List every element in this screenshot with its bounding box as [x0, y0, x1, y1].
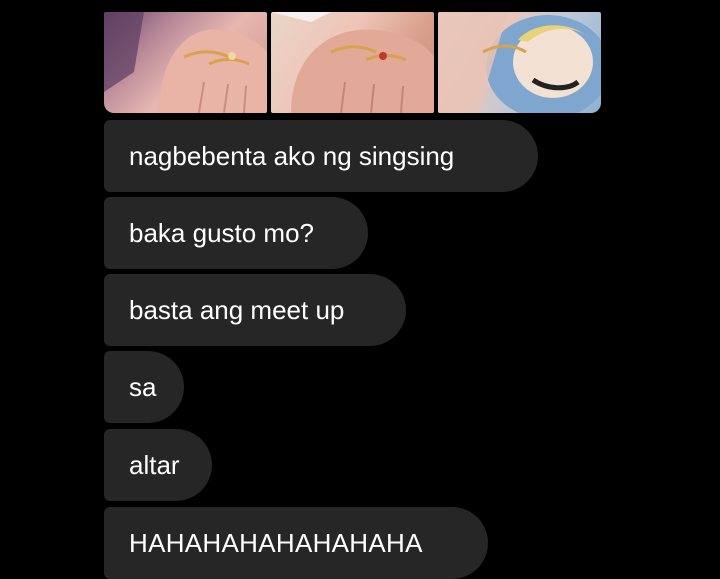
message-text: altar	[129, 450, 180, 480]
message-text: baka gusto mo?	[129, 218, 315, 248]
message-text: sa	[129, 372, 157, 402]
message-text: basta ang meet up	[129, 295, 345, 325]
ring-photo-3-image	[438, 12, 601, 113]
message-text: HAHAHAHAHAHAHAHA	[129, 528, 423, 558]
message-thread: nagbebenta ako ng singsing baka gusto mo…	[104, 0, 664, 579]
ring-photo-1[interactable]	[104, 12, 267, 113]
message-bubble[interactable]: basta ang meet up	[104, 274, 406, 346]
ring-photo-2[interactable]	[271, 12, 434, 113]
ring-photo-1-image	[104, 12, 267, 113]
ring-photo-2-image	[271, 12, 434, 113]
message-text: nagbebenta ako ng singsing	[129, 141, 455, 171]
message-bubble[interactable]: altar	[104, 429, 212, 501]
ring-photo-3[interactable]	[438, 12, 601, 113]
photo-attachments	[104, 12, 601, 113]
message-bubble[interactable]: nagbebenta ako ng singsing	[104, 120, 538, 192]
message-bubble[interactable]: baka gusto mo?	[104, 197, 368, 269]
message-bubble[interactable]: HAHAHAHAHAHAHAHA	[104, 507, 488, 579]
message-bubble[interactable]: sa	[104, 351, 184, 423]
